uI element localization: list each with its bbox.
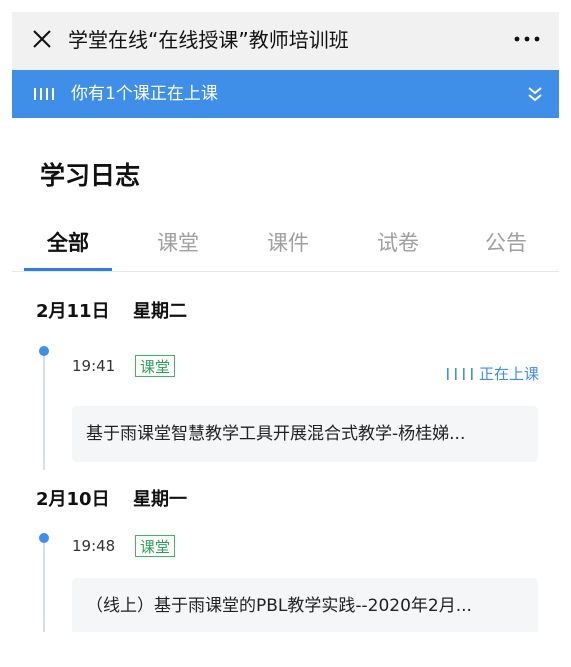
double-chevron-down-icon[interactable]: [525, 84, 545, 104]
entry-time: 19:48: [72, 537, 116, 555]
entry-time: 19:41: [72, 357, 116, 375]
lesson-title: （线上）基于雨课堂的PBL教学实践--2020年2月...: [86, 596, 472, 616]
tab-announcement[interactable]: 公告: [456, 228, 556, 258]
banner-text: 你有1个课正在上课: [71, 84, 218, 104]
lesson-card[interactable]: 基于雨课堂智慧教学工具开展混合式教学-杨桂娣...: [72, 406, 538, 462]
tab-classroom[interactable]: 课堂: [128, 228, 228, 258]
signal-bars-icon: [446, 368, 473, 380]
live-class-banner[interactable]: 你有1个课正在上课: [12, 70, 559, 118]
top-bar: 学堂在线“在线授课”教师培训班: [12, 12, 559, 70]
tab-bar: 全部 课堂 课件 试卷 公告: [12, 219, 559, 272]
tab-courseware[interactable]: 课件: [238, 228, 338, 258]
lesson-title: 基于雨课堂智慧教学工具开展混合式教学-杨桂娣...: [86, 424, 466, 444]
timeline-line: [43, 352, 45, 470]
window-title: 学堂在线“在线授课”教师培训班: [68, 28, 349, 52]
tab-all[interactable]: 全部: [18, 228, 118, 258]
close-icon[interactable]: [30, 27, 54, 51]
tab-exam[interactable]: 试卷: [348, 228, 448, 258]
day-weekday: 星期一: [133, 489, 187, 510]
more-dots-icon[interactable]: [509, 28, 545, 50]
entry-type-tag: 课堂: [135, 535, 176, 557]
phone-screen: 学堂在线“在线授课”教师培训班 你有1个课正在上课 学习日志 全部 课堂 课件 …: [12, 12, 559, 632]
timeline-line: [43, 539, 45, 632]
day-date: 2月11日: [36, 301, 110, 322]
live-status-text: 正在上课: [478, 365, 539, 383]
day-date: 2月10日: [36, 489, 110, 510]
timeline-dot: [39, 533, 49, 543]
page-title: 学习日志: [40, 161, 141, 190]
lesson-card[interactable]: （线上）基于雨课堂的PBL教学实践--2020年2月...: [72, 578, 538, 632]
day-weekday: 星期二: [133, 301, 187, 322]
timeline-dot: [39, 346, 49, 356]
active-tab-indicator: [24, 268, 112, 271]
entry-type-tag: 课堂: [135, 355, 176, 377]
signal-bars-icon: [34, 88, 54, 100]
live-status-link[interactable]: 正在上课: [445, 363, 539, 385]
